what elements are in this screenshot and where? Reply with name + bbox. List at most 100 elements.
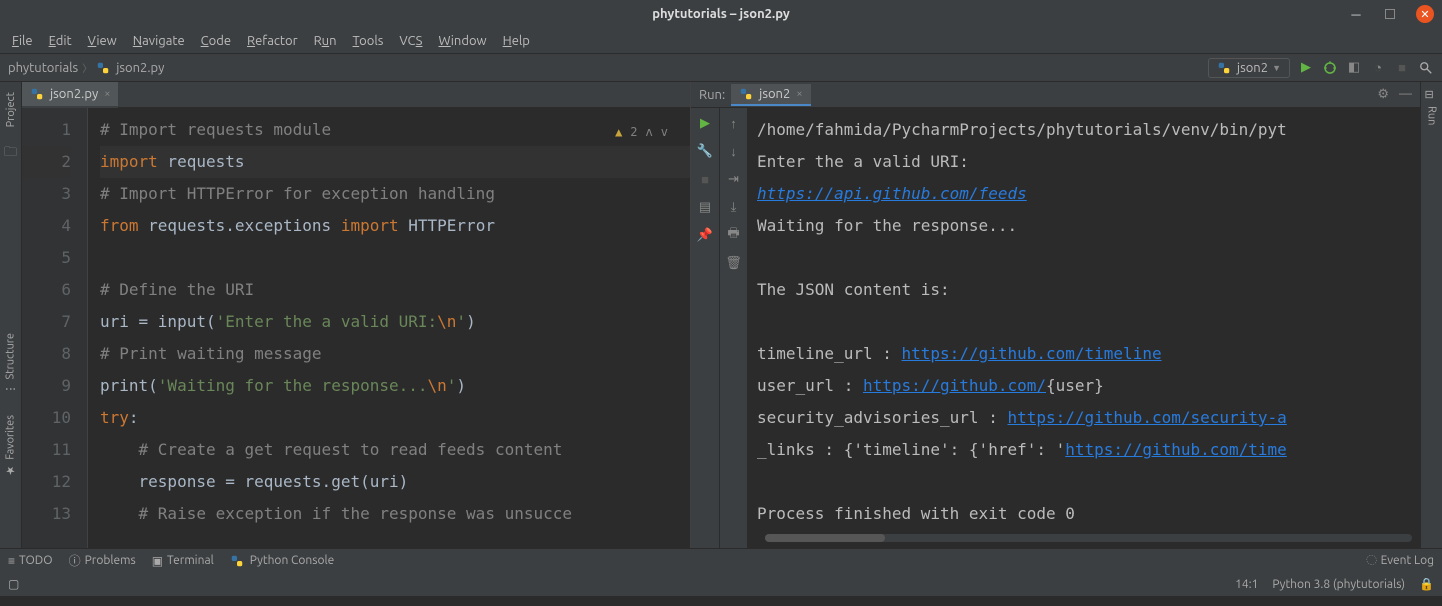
menu-bar: File Edit View Navigate Code Refactor Ru… [0, 28, 1442, 54]
menu-help[interactable]: Help [497, 32, 536, 50]
python-icon [739, 87, 753, 101]
python-interpreter[interactable]: Python 3.8 (phytutorials) [1272, 578, 1405, 591]
breadcrumb-file[interactable]: json2.py [116, 61, 164, 75]
right-tool-gutter: ⊟ Run [1420, 82, 1442, 548]
stop-button: ■ [1394, 60, 1410, 76]
menu-file[interactable]: File [6, 32, 39, 50]
run-body: ▶ 🔧 ■ ▤ 📌 ↑ ↓ ⇥ ⤓ 🖶 🗑 /home/fahmida/Pych… [691, 108, 1420, 548]
up-icon[interactable]: ↑ [725, 114, 743, 132]
lock-icon[interactable]: 🔒 [1419, 577, 1434, 591]
run-label: Run: [699, 88, 725, 102]
window-controls: ─ ✕ [1348, 5, 1434, 23]
tool-problems[interactable]: ⓘProblems [69, 552, 136, 569]
bubble-icon: ◌ [1366, 554, 1376, 567]
tool-favorites[interactable]: ★Favorites [2, 411, 19, 481]
soft-wrap-icon[interactable]: ⇥ [725, 170, 743, 188]
chevron-down-icon: ▼ [1272, 63, 1281, 73]
editor-tab-json2[interactable]: json2.py × [22, 82, 118, 108]
python-icon [230, 554, 244, 568]
close-button[interactable]: ✕ [1416, 5, 1434, 23]
prev-highlight-icon[interactable]: ʌ [646, 116, 653, 148]
list-icon: ≡ [8, 554, 15, 568]
tool-project[interactable]: Project [3, 88, 19, 131]
info-icon: ⓘ [69, 552, 81, 569]
console-link[interactable]: https://github.com/time [1065, 440, 1287, 459]
print-icon[interactable]: 🖶 [725, 226, 743, 244]
console-output[interactable]: /home/fahmida/PycharmProjects/phytutoria… [747, 108, 1420, 548]
run-config-name: json2 [1237, 61, 1268, 75]
run-config-selector[interactable]: json2 ▼ [1208, 58, 1290, 78]
editor-tab-label: json2.py [50, 87, 98, 101]
down-icon[interactable]: ↓ [725, 142, 743, 160]
tool-run[interactable]: Run [1424, 102, 1440, 129]
menu-refactor[interactable]: Refactor [241, 32, 304, 50]
main-area: Project 🗀 ⋮Structure ★Favorites json2.py… [0, 82, 1442, 548]
console-link[interactable]: https://api.github.com/feeds [757, 184, 1027, 203]
menu-tools[interactable]: Tools [347, 32, 390, 50]
scrollbar-thumb[interactable] [765, 534, 885, 542]
title-bar: phytutorials – json2.py ─ ✕ [0, 0, 1442, 28]
run-tab-label: json2 [759, 87, 790, 101]
search-button[interactable] [1418, 60, 1434, 76]
breadcrumb: phytutorials 〉 json2.py [8, 60, 164, 75]
gear-icon[interactable]: ⚙ [1377, 87, 1389, 102]
status-icon[interactable]: ▢ [8, 577, 19, 591]
run-header: Run: json2 × ⚙ — [691, 82, 1420, 108]
menu-edit[interactable]: Edit [43, 32, 78, 50]
expand-icon[interactable]: ⊟ [1425, 88, 1439, 102]
run-tab-json2[interactable]: json2 × [731, 84, 810, 106]
tool-structure[interactable]: ⋮Structure [2, 329, 19, 399]
hide-panel-icon[interactable]: — [1399, 87, 1412, 102]
status-bar: ▢ 14:1 Python 3.8 (phytutorials) 🔒 [0, 572, 1442, 596]
menu-run[interactable]: Run [308, 32, 343, 50]
warning-icon[interactable]: ▲ [615, 116, 622, 148]
console-link[interactable]: https://github.com/security-a [1007, 408, 1286, 427]
chevron-right-icon: 〉 [82, 60, 92, 75]
wrench-icon[interactable]: 🔧 [696, 142, 714, 160]
next-highlight-icon[interactable]: v [661, 116, 668, 148]
console-scrollbar[interactable] [765, 534, 1412, 542]
left-tool-gutter: Project 🗀 ⋮Structure ★Favorites [0, 82, 22, 548]
editor-pane: json2.py × 12345678910111213 ▲2 ʌ v # Im… [22, 82, 690, 548]
window-title: phytutorials – json2.py [0, 7, 1442, 21]
run-toolbar-right: ↑ ↓ ⇥ ⤓ 🖶 🗑 [719, 108, 747, 548]
console-link[interactable]: https://github.com/ [863, 376, 1046, 395]
menu-view[interactable]: View [82, 32, 123, 50]
tool-todo[interactable]: ≡TODO [8, 554, 53, 568]
python-icon [1217, 61, 1231, 75]
menu-window[interactable]: Window [432, 32, 492, 50]
menu-vcs[interactable]: VCS [393, 32, 428, 50]
coverage-button[interactable]: ◧ [1346, 60, 1362, 76]
tool-event-log[interactable]: ◌Event Log [1366, 554, 1434, 567]
editor-tab-bar: json2.py × [22, 82, 690, 108]
menu-navigate[interactable]: Navigate [127, 32, 191, 50]
layout-icon[interactable]: ▤ [696, 198, 714, 216]
maximize-button[interactable] [1382, 6, 1398, 22]
profile-button[interactable]: ◔ [1370, 60, 1386, 76]
caret-position[interactable]: 14:1 [1235, 578, 1258, 591]
pin-icon[interactable]: 📌 [696, 226, 714, 244]
breadcrumb-project[interactable]: phytutorials [8, 61, 78, 75]
python-file-icon [30, 87, 44, 101]
code-editor[interactable]: 12345678910111213 ▲2 ʌ v # Import reques… [22, 108, 690, 548]
menu-code[interactable]: Code [195, 32, 237, 50]
scroll-to-end-icon[interactable]: ⤓ [725, 198, 743, 216]
rerun-button[interactable]: ▶ [696, 114, 714, 132]
project-folder-icon[interactable]: 🗀 [4, 143, 17, 165]
editor-status: ▲2 ʌ v [615, 116, 668, 148]
console-link[interactable]: https://github.com/timeline [902, 344, 1162, 363]
line-number-gutter: 12345678910111213 [22, 108, 88, 548]
run-button[interactable]: ▶ [1298, 60, 1314, 76]
bottom-tool-bar: ≡TODO ⓘProblems ▣Terminal Python Console… [0, 548, 1442, 572]
debug-button[interactable] [1322, 60, 1338, 76]
close-tab-icon[interactable]: × [104, 88, 110, 100]
nav-bar: phytutorials 〉 json2.py json2 ▼ ▶ ◧ ◔ ■ [0, 54, 1442, 82]
code-content[interactable]: ▲2 ʌ v # Import requests module import r… [88, 108, 690, 548]
tool-python-console[interactable]: Python Console [230, 554, 335, 568]
close-run-tab-icon[interactable]: × [796, 88, 802, 100]
tool-terminal[interactable]: ▣Terminal [152, 554, 214, 568]
trash-icon[interactable]: 🗑 [725, 254, 743, 272]
terminal-icon: ▣ [152, 554, 163, 568]
minimize-button[interactable]: ─ [1348, 6, 1364, 22]
python-file-icon [96, 61, 110, 75]
